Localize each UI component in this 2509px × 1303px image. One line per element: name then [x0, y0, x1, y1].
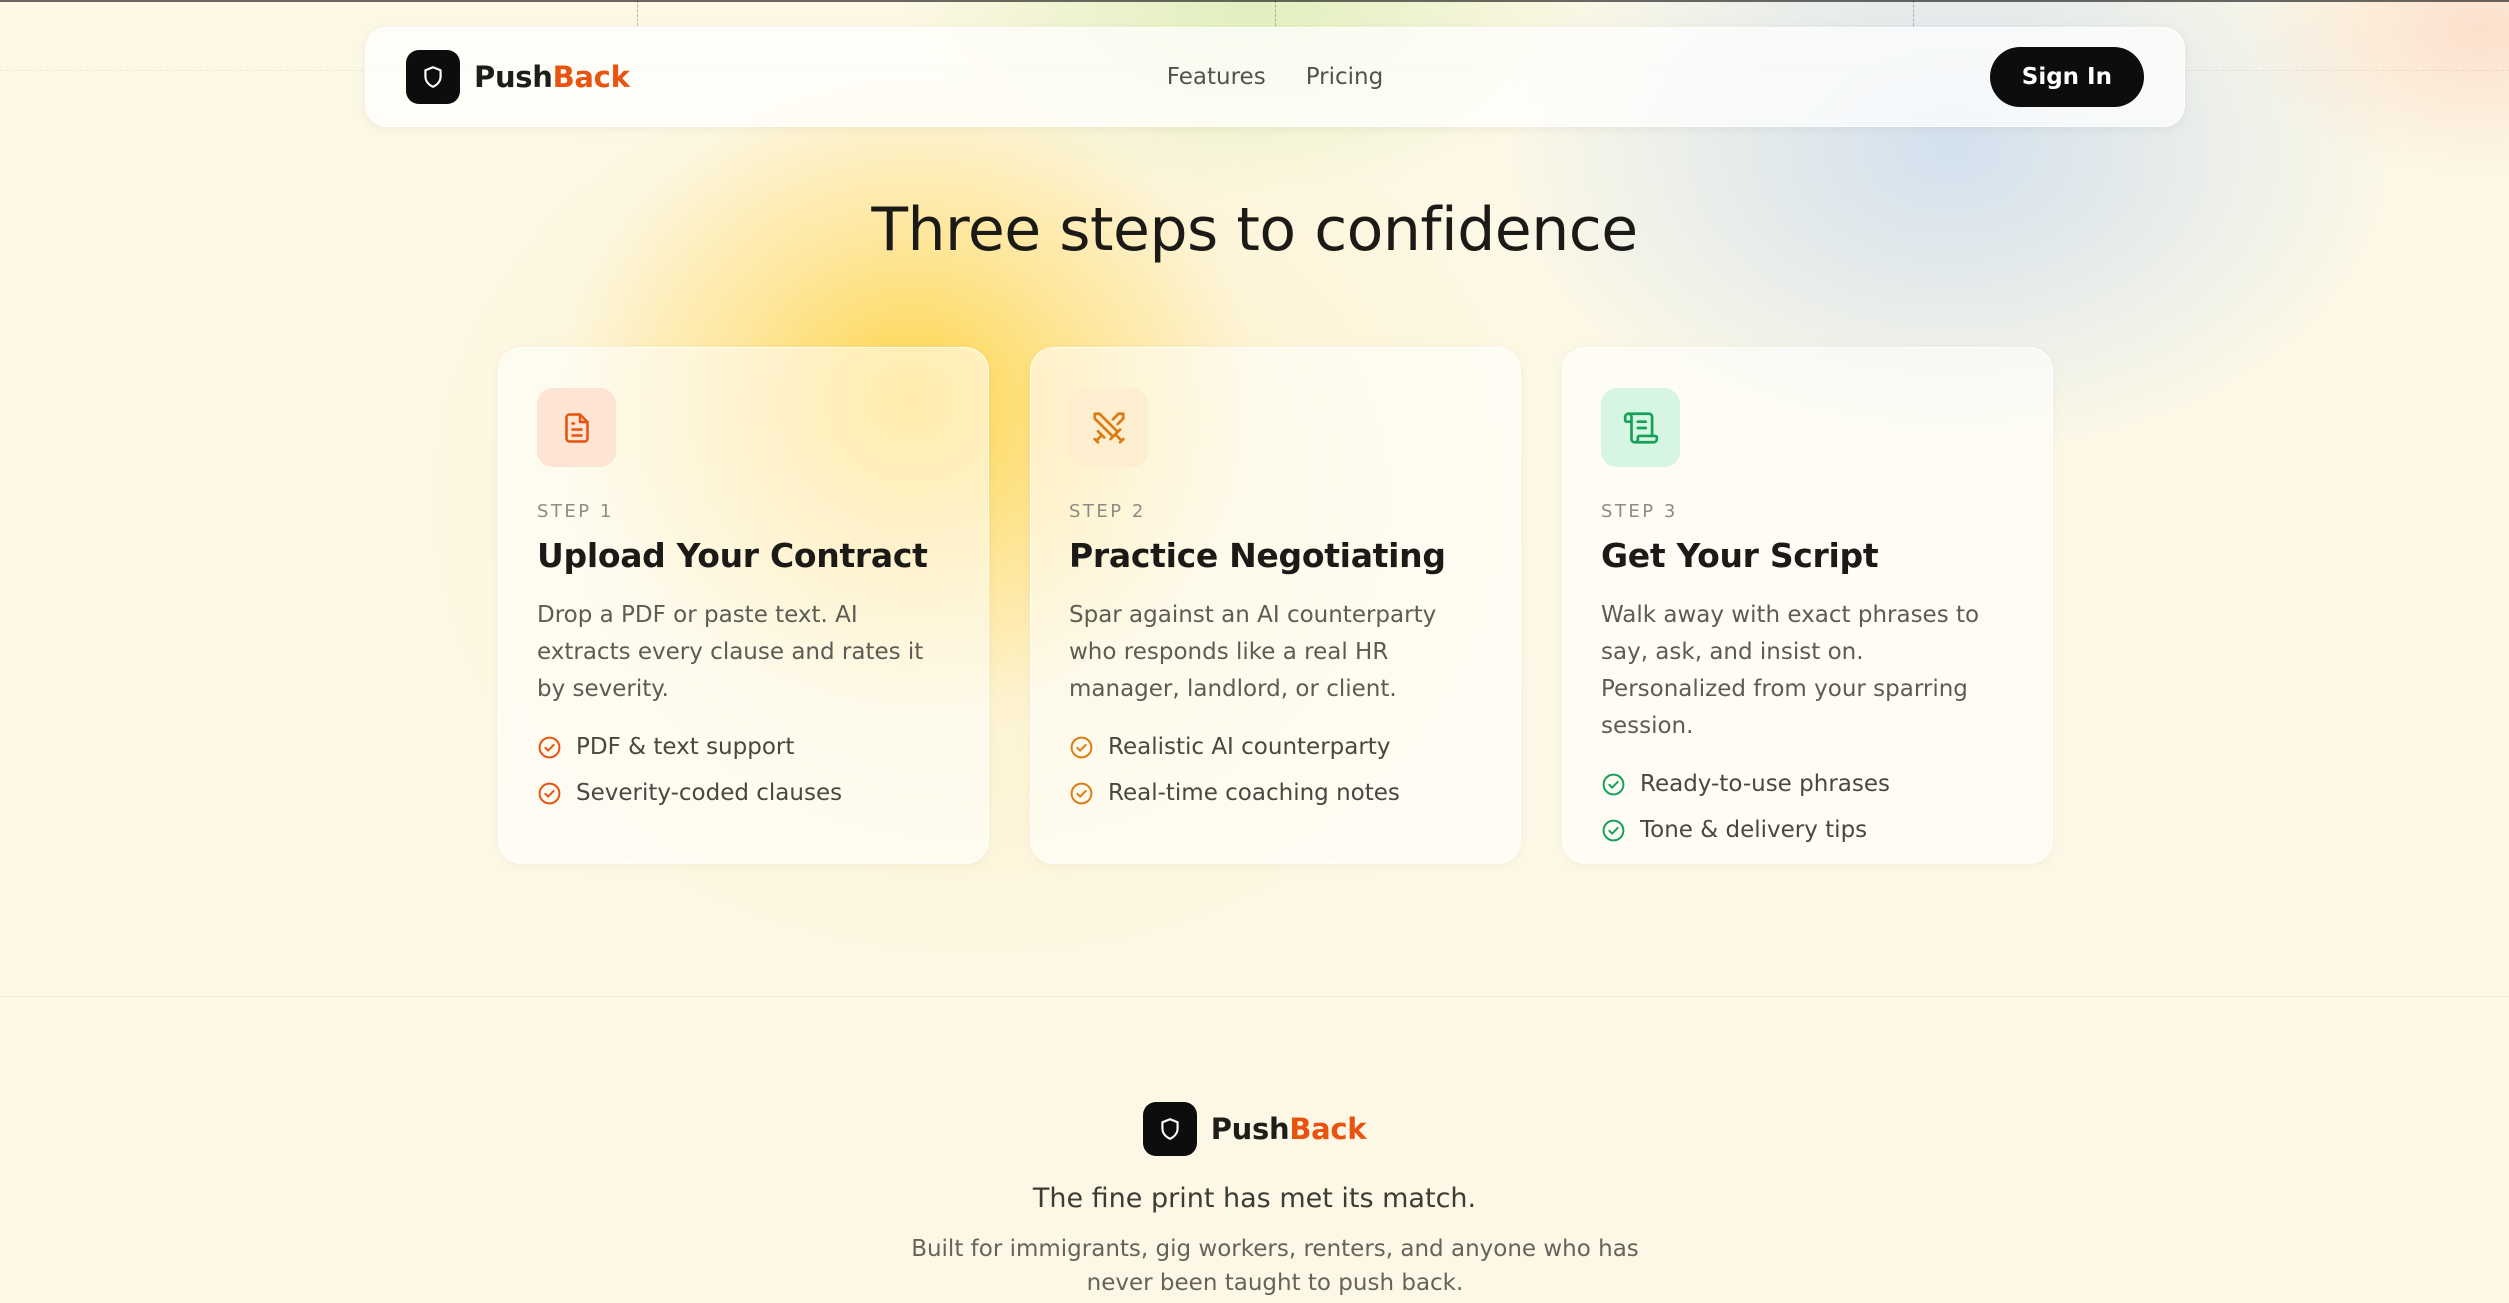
- check-circle-icon: [538, 782, 561, 804]
- feature-text: Severity-coded clauses: [576, 780, 843, 806]
- card-description: Walk away with exact phrases to say, ask…: [1601, 602, 1980, 739]
- footer-brand-main: Push: [1210, 1112, 1290, 1146]
- list-item: Real-time coaching notes: [1069, 770, 1482, 816]
- footer-brand-link[interactable]: PushBack: [0, 1102, 2509, 1156]
- step-card-1: STEP 1 Upload Your Contract Drop a PDF o…: [498, 347, 989, 864]
- check-circle-icon: [1602, 773, 1625, 795]
- list-item: Ready-to-use phrases: [1601, 761, 2014, 807]
- shield-icon: [406, 50, 460, 104]
- step-label: STEP 2: [1069, 501, 1146, 522]
- nav-link-pricing[interactable]: Pricing: [1306, 64, 1384, 90]
- list-item: PDF & text support: [537, 724, 950, 770]
- feature-list: Realistic AI counterparty Real-time coac…: [1069, 724, 1482, 816]
- scroll-icon: [1601, 388, 1680, 467]
- footer-tagline: The fine print has met its match.: [1032, 1183, 1477, 1214]
- nav-link-features[interactable]: Features: [1167, 64, 1266, 90]
- step-label: STEP 3: [1601, 501, 1678, 522]
- brand-name: PushBack: [474, 60, 630, 94]
- feature-text: Realistic AI counterparty: [1108, 734, 1391, 760]
- footer-subline: Built for immigrants, gig workers, rente…: [911, 1236, 1639, 1296]
- crossed-swords-icon: [1069, 388, 1148, 467]
- feature-list: Ready-to-use phrases Tone & delivery tip…: [1601, 761, 2014, 853]
- list-item: Severity-coded clauses: [537, 770, 950, 816]
- feature-text: Ready-to-use phrases: [1640, 771, 1890, 797]
- step-label: STEP 1: [537, 501, 614, 522]
- section-divider: [0, 996, 2509, 997]
- list-item: Tone & delivery tips: [1601, 807, 2014, 853]
- check-circle-icon: [1070, 782, 1093, 804]
- footer-brand-name: PushBack: [1211, 1112, 1367, 1146]
- document-icon: [537, 388, 616, 467]
- check-circle-icon: [1602, 819, 1625, 841]
- step-card-3: STEP 3 Get Your Script Walk away with ex…: [1562, 347, 2053, 864]
- brand-logo-link[interactable]: PushBack: [406, 50, 630, 104]
- navbar: PushBack Features Pricing Sign In: [365, 27, 2185, 127]
- step-card-2: STEP 2 Practice Negotiating Spar against…: [1030, 347, 1521, 864]
- feature-text: PDF & text support: [576, 734, 795, 760]
- footer-brand-accent: Back: [1289, 1112, 1367, 1146]
- check-circle-icon: [1070, 736, 1093, 758]
- card-description: Drop a PDF or paste text. AI extracts ev…: [537, 602, 924, 702]
- feature-text: Tone & delivery tips: [1640, 817, 1868, 843]
- brand-name-main: Push: [474, 60, 553, 94]
- check-circle-icon: [538, 736, 561, 758]
- shield-icon: [1142, 1102, 1197, 1156]
- section-heading: Three steps to confidence: [871, 195, 1638, 265]
- card-description: Spar against an AI counterparty who resp…: [1069, 602, 1437, 702]
- feature-text: Real-time coaching notes: [1108, 780, 1400, 806]
- list-item: Realistic AI counterparty: [1069, 724, 1482, 770]
- card-title: Upload Your Contract: [537, 536, 928, 575]
- brand-name-accent: Back: [552, 60, 630, 94]
- steps-cards: STEP 1 Upload Your Contract Drop a PDF o…: [498, 347, 2053, 864]
- nav-links: Features Pricing: [1167, 64, 1383, 90]
- card-title: Get Your Script: [1601, 536, 1879, 575]
- sign-in-button[interactable]: Sign In: [1989, 47, 2144, 107]
- feature-list: PDF & text support Severity-coded clause…: [537, 724, 950, 816]
- card-title: Practice Negotiating: [1069, 536, 1446, 575]
